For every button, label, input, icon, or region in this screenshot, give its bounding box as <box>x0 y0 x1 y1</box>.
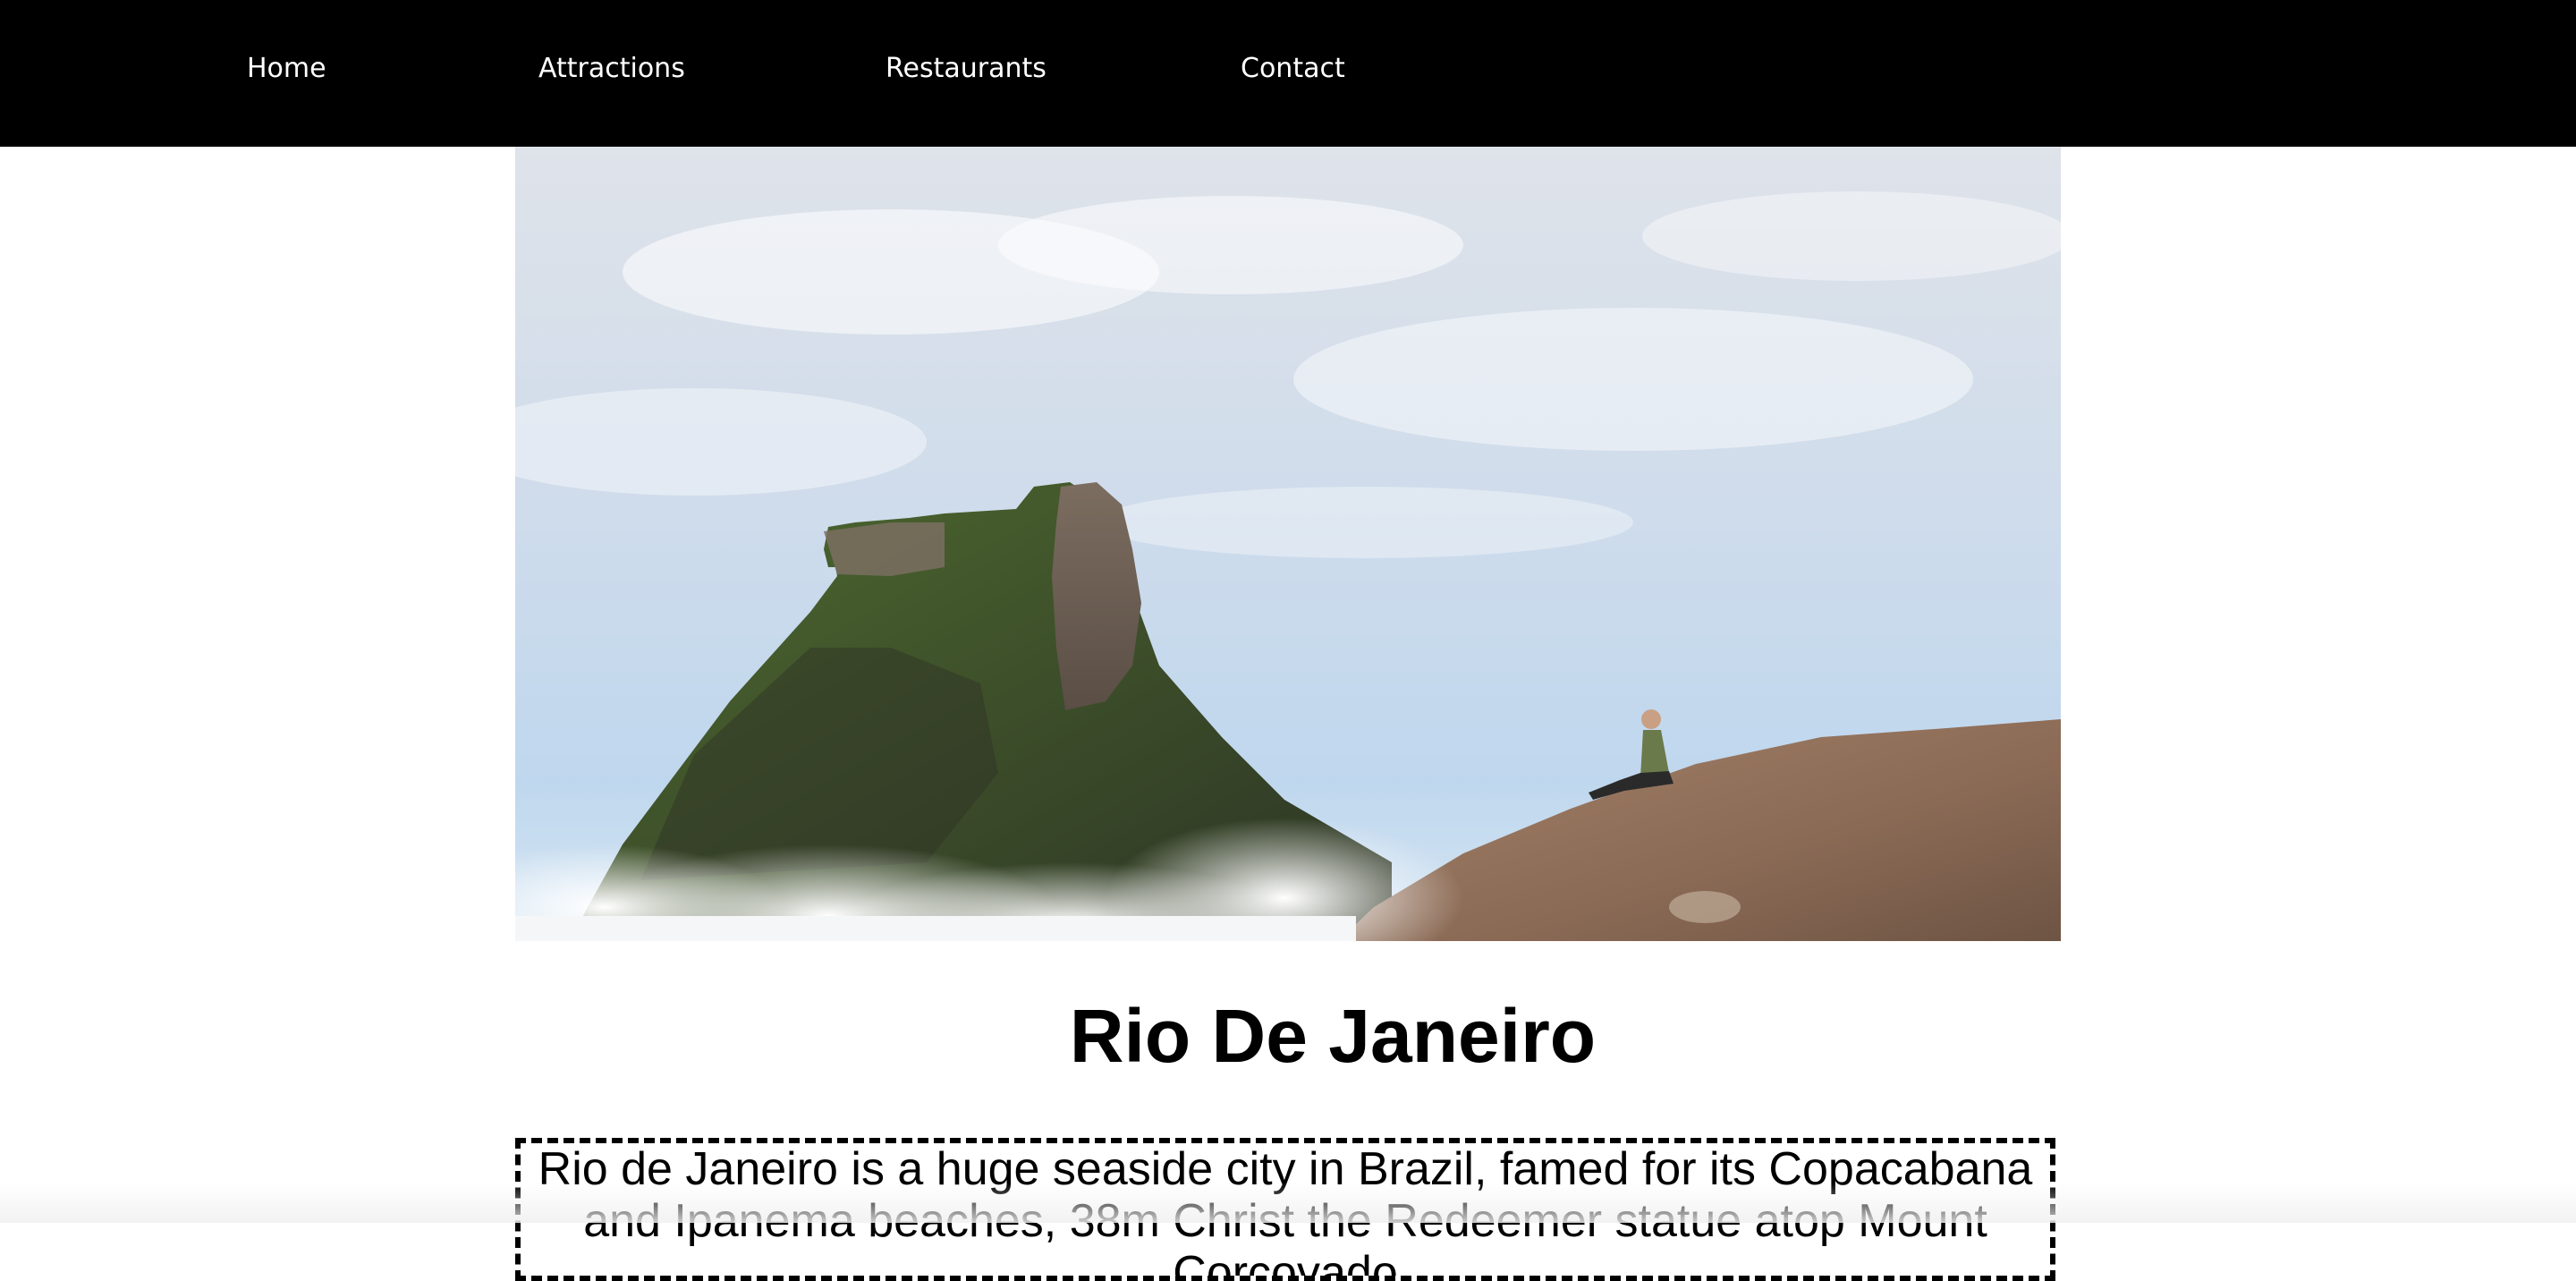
hero-image <box>515 147 2061 941</box>
nav-home-link[interactable]: Home <box>247 52 326 86</box>
nav-attractions-link[interactable]: Attractions <box>538 52 685 86</box>
top-navbar: Home Attractions Restaurants Contact <box>0 0 2576 147</box>
hero-photo <box>515 147 2061 941</box>
nav-contact-link[interactable]: Contact <box>1241 52 1345 86</box>
nav-restaurants-link[interactable]: Restaurants <box>886 52 1046 86</box>
city-description: Rio de Janeiro is a huge seaside city in… <box>515 1138 2055 1281</box>
page-title: Rio De Janeiro <box>1069 994 1597 1078</box>
page-title-container: Rio De Janeiro <box>515 991 2150 1081</box>
